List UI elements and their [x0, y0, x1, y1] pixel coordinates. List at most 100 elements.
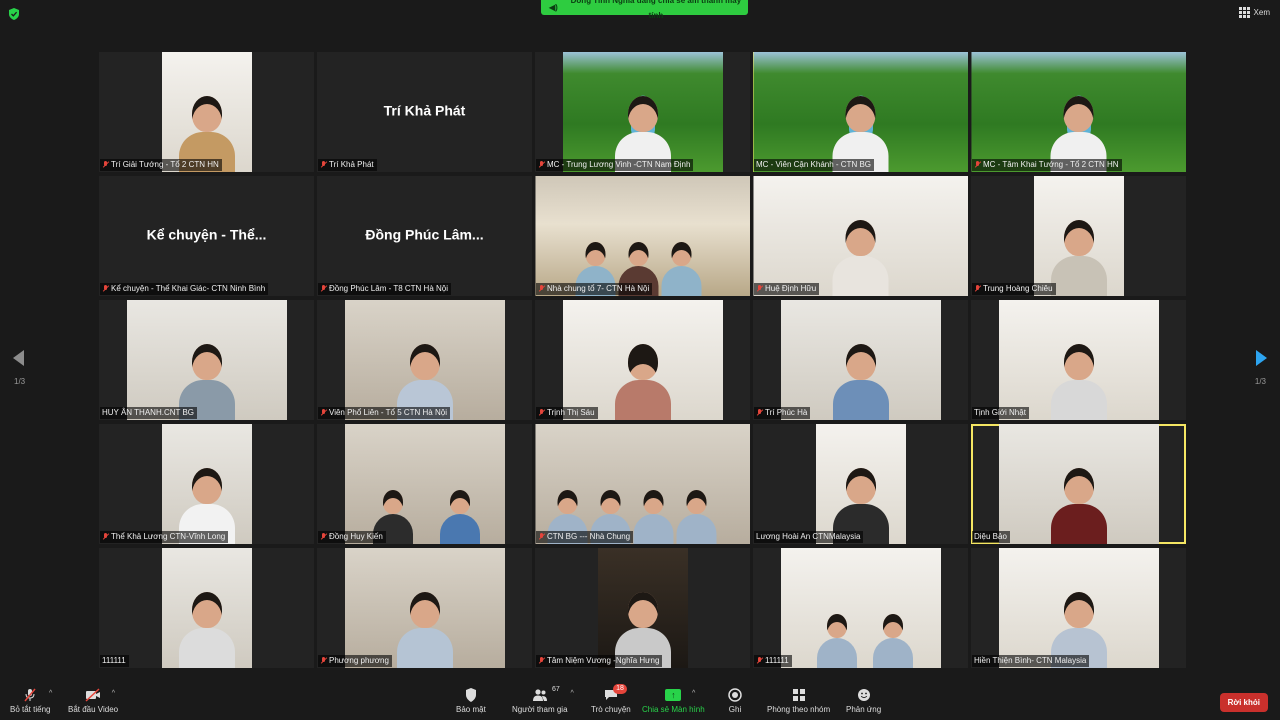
muted-mic-icon — [320, 409, 327, 417]
security-button[interactable]: Bảo mật — [456, 688, 486, 714]
participant-tile[interactable]: Lương Hoài An CTNMalaysia — [753, 424, 968, 544]
muted-mic-icon — [756, 657, 763, 665]
participant-video — [126, 300, 287, 420]
participant-video — [535, 176, 750, 296]
participant-tile[interactable]: HUY ÂN THANH.CNT BG — [99, 300, 314, 420]
participant-tile[interactable]: MC - Tâm Khai Tướng - Tổ 2 CTN HN — [971, 52, 1186, 172]
participant-tile[interactable]: Hiền Thiện Bình- CTN Malaysia — [971, 548, 1186, 668]
participant-label: Lương Hoài An CTNMalaysia — [754, 531, 864, 543]
participants-label: Người tham gia — [512, 705, 568, 714]
participant-label: Thể Khả Lương CTN-Vĩnh Long — [100, 531, 229, 543]
security-label: Bảo mật — [456, 705, 486, 714]
muted-mic-icon — [538, 161, 545, 169]
breakout-rooms-icon — [791, 688, 807, 702]
chat-button[interactable]: 18 Trò chuyện — [591, 684, 631, 714]
participant-video — [815, 424, 906, 544]
view-label: Xem — [1253, 8, 1270, 17]
participant-video — [971, 52, 1186, 172]
participant-tile[interactable]: Viên Phổ Liên - Tổ 5 CTN Hà Nội — [317, 300, 532, 420]
participant-tile[interactable]: Tịnh Giới Nhật — [971, 300, 1186, 420]
muted-mic-icon — [320, 533, 327, 541]
previous-page-arrow-icon[interactable] — [13, 350, 24, 366]
participant-tile-active-speaker[interactable]: MC - Viên Cận Khánh - CTN BG — [753, 52, 968, 172]
participant-label: Hiền Thiện Bình- CTN Malaysia — [972, 655, 1090, 667]
grid-view-icon — [1238, 7, 1250, 18]
muted-mic-icon — [974, 285, 981, 293]
chat-unread-badge: 18 — [613, 684, 627, 694]
participants-icon: 67 ^ — [532, 686, 574, 702]
page-indicator-right: 1/3 — [1254, 377, 1266, 386]
muted-mic-icon — [538, 285, 545, 293]
participant-tile[interactable]: Trung Hoàng Chiêu — [971, 176, 1186, 296]
participant-name-placeholder: Đồng Phúc Lâm... — [365, 226, 484, 243]
participant-tile[interactable]: Diệu Bảo — [971, 424, 1186, 544]
participant-video — [535, 424, 750, 544]
participant-video — [562, 300, 723, 420]
share-screen-icon: ↑ ^ — [665, 688, 695, 702]
participant-label: Trung Hoàng Chiêu — [972, 283, 1056, 295]
video-gallery: Trí Giải Tướng - Tổ 2 CTN HN Trí Khả Phá… — [99, 52, 1186, 668]
muted-mic-icon — [102, 533, 109, 541]
leave-button[interactable]: Rời khỏi — [1219, 693, 1268, 712]
participants-button[interactable]: 67 ^ Người tham gia — [512, 686, 574, 714]
share-options-caret-icon[interactable]: ^ — [692, 690, 695, 697]
unmute-label: Bỏ tắt tiếng — [10, 705, 51, 714]
share-screen-button[interactable]: ↑ ^ Chia sẻ Màn hình — [642, 688, 705, 714]
record-icon — [727, 688, 743, 702]
participant-label: Diệu Bảo — [972, 531, 1010, 543]
participant-label: 111111 — [754, 655, 792, 667]
participant-tile[interactable]: Tâm Niệm Vương -Nghĩa Hưng — [535, 548, 750, 668]
participant-tile[interactable]: Huệ Định Hữu — [753, 176, 968, 296]
participant-tile[interactable]: Phương phương — [317, 548, 532, 668]
participant-tile[interactable]: Nhà chung tổ 7- CTN Hà Nội — [535, 176, 750, 296]
participant-tile[interactable]: 111111 — [753, 548, 968, 668]
start-video-button[interactable]: ^ Bắt đầu Video — [68, 688, 118, 714]
participant-video — [998, 424, 1159, 544]
participant-tile[interactable]: Đồng Phúc Lâm... Đồng Phúc Lâm - T8 CTN … — [317, 176, 532, 296]
start-video-label: Bắt đầu Video — [68, 705, 119, 714]
encryption-shield-icon[interactable] — [8, 8, 20, 20]
participant-video — [753, 52, 968, 172]
participant-tile[interactable]: CTN BG --- Nhà Chung — [535, 424, 750, 544]
unmute-button[interactable]: ^ Bỏ tắt tiếng — [10, 688, 52, 714]
participant-tile[interactable]: 111111 — [99, 548, 314, 668]
breakout-rooms-button[interactable]: Phòng theo nhóm — [767, 688, 830, 714]
view-button[interactable]: Xem — [1238, 7, 1270, 18]
participant-label: Huệ Định Hữu — [754, 283, 820, 295]
participant-label: Đồng Phúc Lâm - T8 CTN Hà Nội — [318, 283, 452, 295]
participants-options-caret-icon[interactable]: ^ — [570, 690, 573, 697]
participant-label: Tịnh Giới Nhật — [972, 407, 1029, 419]
participant-label: Phương phương — [318, 655, 392, 667]
muted-microphone-icon: ^ — [22, 688, 52, 702]
meeting-toolbar — [0, 684, 1280, 720]
muted-mic-icon — [538, 533, 545, 541]
participant-video — [780, 548, 941, 668]
participants-count: 67 — [551, 686, 560, 693]
participant-label: Viên Phổ Liên - Tổ 5 CTN Hà Nội — [318, 407, 450, 419]
participant-label: MC - Viên Cận Khánh - CTN BG — [754, 159, 875, 171]
participant-tile[interactable]: Trí Giải Tướng - Tổ 2 CTN HN — [99, 52, 314, 172]
reactions-button[interactable]: Phản ứng — [846, 688, 881, 714]
page-indicator-left: 1/3 — [14, 377, 26, 386]
audio-options-caret-icon[interactable]: ^ — [49, 690, 52, 697]
reactions-label: Phản ứng — [846, 705, 882, 714]
participant-tile[interactable]: Đồng Huy Kiến — [317, 424, 532, 544]
muted-mic-icon — [320, 161, 327, 169]
participant-label: Kể chuyện - Thể Khai Giác- CTN Ninh Bình — [100, 283, 269, 295]
participant-tile[interactable]: Trịnh Thị Sáu — [535, 300, 750, 420]
chat-label: Trò chuyện — [591, 705, 631, 714]
record-label: Ghi — [728, 705, 742, 714]
participant-tile[interactable]: Thể Khả Lương CTN-Vĩnh Long — [99, 424, 314, 544]
participant-label: MC - Trung Lương Vinh -CTN Nam Định — [536, 159, 694, 171]
video-options-caret-icon[interactable]: ^ — [112, 690, 115, 697]
audio-share-banner[interactable]: ◀) Dong Tinh Nghia đang chia sẻ âm thanh… — [541, 0, 748, 20]
participant-tile[interactable]: MC - Trung Lương Vinh -CTN Nam Định — [535, 52, 750, 172]
chat-bubble-icon: 18 — [603, 684, 627, 702]
participant-tile[interactable]: Kể chuyện - Thể... Kể chuyện - Thể Khai … — [99, 176, 314, 296]
participant-tile[interactable]: Trí Phúc Hà — [753, 300, 968, 420]
record-button[interactable]: Ghi — [727, 688, 743, 714]
security-shield-icon — [463, 688, 479, 702]
next-page-arrow-icon[interactable] — [1256, 350, 1267, 366]
muted-mic-icon — [320, 657, 327, 665]
participant-tile[interactable]: Trí Khả Phát Trí Khả Phát — [317, 52, 532, 172]
